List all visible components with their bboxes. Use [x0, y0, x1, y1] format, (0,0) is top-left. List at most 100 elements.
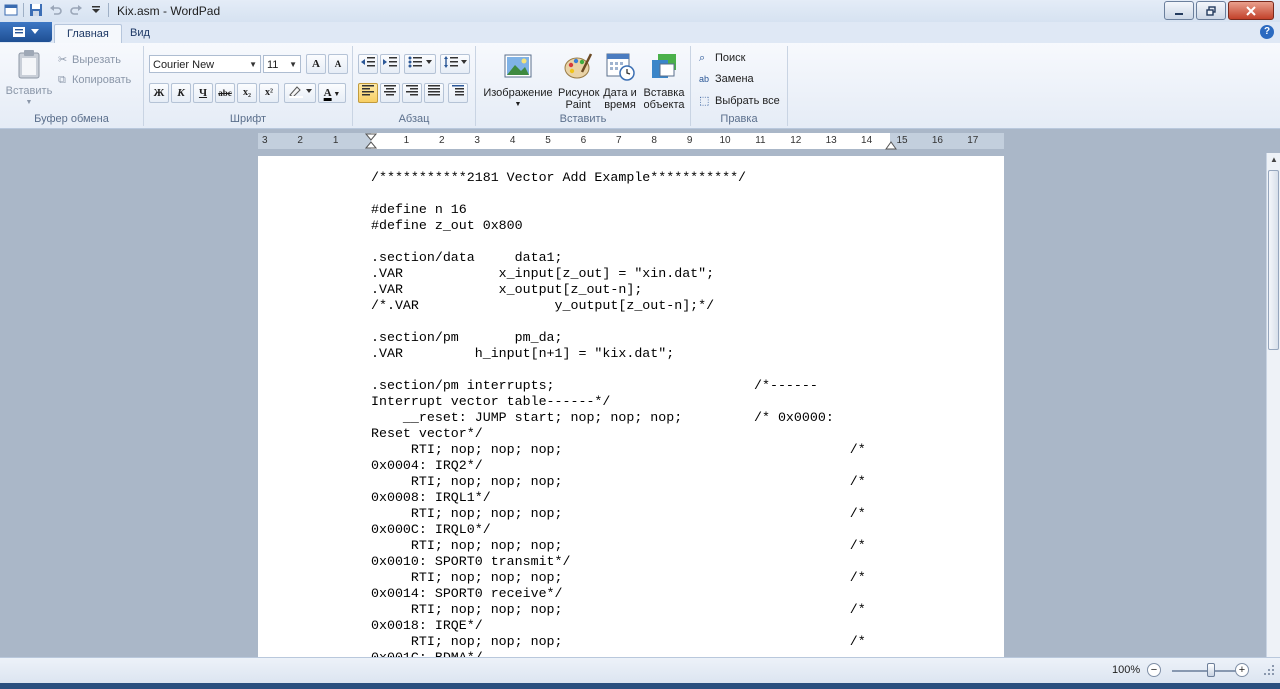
ruler[interactable]: 3 2 1 1 2 3 4 5 6 7 8 9 10 11 12 13 14 15 16 17: [258, 133, 1004, 151]
decrease-indent-button[interactable]: [358, 54, 378, 74]
document-text[interactable]: /***********2181 Vector Add Example*****…: [371, 170, 866, 657]
copy-button[interactable]: ⧉ Копировать: [58, 74, 131, 87]
highlighter-icon: [289, 86, 312, 98]
insert-paint-button[interactable]: Рисунок Paint: [558, 50, 600, 111]
justify-icon: [428, 85, 440, 96]
qat-separator: [108, 3, 109, 17]
redo-icon[interactable]: [68, 2, 84, 18]
superscript-button[interactable]: x²: [259, 83, 279, 103]
zoom-slider-thumb[interactable]: [1207, 663, 1215, 677]
italic-button[interactable]: К: [171, 83, 191, 103]
decrease-indent-icon: [361, 57, 375, 67]
ruler-tick-label: 7: [616, 135, 622, 146]
scroll-up-icon[interactable]: ▲: [1267, 153, 1280, 167]
indent-marker-icon[interactable]: [365, 133, 377, 151]
minimize-button[interactable]: [1164, 1, 1194, 20]
paste-button[interactable]: Вставить ▼: [4, 48, 54, 109]
insert-object-label-2: объекта: [643, 99, 685, 111]
ruler-tick-label: 12: [790, 135, 802, 146]
ruler-tick-label: 5: [545, 135, 551, 146]
app-menu-icon: [13, 27, 25, 37]
zoom-level: 100%: [1112, 664, 1141, 676]
ruler-tick-label: 3: [262, 135, 268, 146]
find-button[interactable]: ⌕ Поиск: [699, 52, 745, 65]
application-menu-button[interactable]: [0, 22, 52, 42]
ruler-tick-label: 13: [825, 135, 837, 146]
insert-object-label-1: Вставка: [643, 87, 685, 99]
insert-image-button[interactable]: Изображение ▼: [480, 50, 556, 111]
vertical-scrollbar[interactable]: ▲: [1266, 153, 1280, 657]
tab-view[interactable]: Вид: [118, 24, 162, 42]
customize-qat-icon[interactable]: [88, 2, 104, 18]
binoculars-icon: ⌕: [699, 52, 706, 64]
close-button[interactable]: [1228, 1, 1274, 20]
align-left-button[interactable]: [358, 83, 378, 103]
ruler-tick-label: 14: [861, 135, 873, 146]
justify-button[interactable]: [424, 83, 444, 103]
window-controls: [1164, 1, 1274, 20]
zoom-in-button[interactable]: +: [1235, 663, 1249, 677]
line-spacing-button[interactable]: [440, 54, 470, 74]
font-family-value: Courier New: [153, 59, 215, 71]
highlight-button[interactable]: [284, 83, 316, 103]
increase-indent-button[interactable]: [380, 54, 400, 74]
insert-object-button[interactable]: Вставка объекта: [642, 50, 686, 111]
bold-button[interactable]: Ж: [149, 83, 169, 103]
ruler-tick-label: 9: [686, 135, 693, 146]
save-icon[interactable]: [28, 2, 44, 18]
paragraph-settings-button[interactable]: [448, 83, 468, 103]
clipboard-group: Вставить ▼ ✂ Вырезать ⧉ Копировать Буфер о…: [0, 46, 144, 126]
underline-button[interactable]: Ч: [193, 83, 213, 103]
font-family-select[interactable]: Courier New ▼: [149, 55, 261, 73]
help-icon[interactable]: ?: [1260, 25, 1274, 39]
edit-group-label: Правка: [720, 113, 758, 125]
bullet-list-icon: [408, 56, 432, 68]
align-right-button[interactable]: [402, 83, 422, 103]
ribbon-tab-bar: Главная Вид ?: [0, 22, 1280, 43]
cut-button[interactable]: ✂ Вырезать: [58, 53, 121, 66]
insert-datetime-button[interactable]: Дата и время: [600, 50, 640, 111]
insert-object-icon: [652, 54, 676, 78]
subscript-button[interactable]: x₂: [237, 83, 257, 103]
wordpad-app-icon[interactable]: [3, 2, 19, 18]
copy-label: Копировать: [72, 74, 132, 86]
ruler-tick-label: 15: [896, 135, 908, 146]
font-size-select[interactable]: 11 ▼: [263, 55, 301, 73]
tab-home[interactable]: Главная: [54, 24, 122, 43]
grow-font-button[interactable]: A: [306, 54, 326, 74]
shrink-font-button[interactable]: A: [328, 54, 348, 74]
undo-icon[interactable]: [48, 2, 64, 18]
paste-label: Вставить: [5, 85, 53, 97]
document-area: /***********2181 Vector Add Example*****…: [0, 153, 1266, 657]
replace-label: Замена: [715, 73, 754, 85]
bullet-list-button[interactable]: [404, 54, 436, 74]
clipboard-group-label: Буфер обмена: [34, 113, 109, 125]
chevron-down-icon: ▼: [249, 60, 257, 69]
ruler-tick-label: 2: [297, 135, 303, 146]
font-color-label: A: [323, 87, 332, 99]
ruler-tick-label: 6: [580, 135, 587, 146]
clipboard-icon: [18, 50, 40, 79]
restore-button[interactable]: [1196, 1, 1226, 20]
scroll-thumb[interactable]: [1268, 170, 1279, 350]
taskbar-edge: [0, 683, 1280, 689]
document-page[interactable]: /***********2181 Vector Add Example*****…: [258, 156, 1004, 657]
restore-icon: [1206, 5, 1216, 16]
select-all-button[interactable]: ⬚ Выбрать все: [699, 94, 780, 107]
close-icon: [1246, 5, 1256, 16]
status-bar: 100% − +: [0, 657, 1280, 684]
increase-indent-icon: [383, 57, 397, 67]
replace-button[interactable]: ab Замена: [699, 73, 754, 85]
strikethrough-button[interactable]: abc: [215, 83, 235, 103]
align-center-button[interactable]: [380, 83, 400, 103]
ruler-tick-label: 10: [719, 135, 731, 146]
resize-grip-icon[interactable]: [1262, 663, 1276, 677]
font-color-button[interactable]: A ▼: [318, 83, 346, 103]
insert-image-label: Изображение: [483, 87, 553, 99]
paragraph-group-label: Абзац: [398, 113, 430, 125]
right-indent-marker-icon[interactable]: [885, 140, 897, 150]
line-spacing-icon: [444, 56, 467, 68]
zoom-out-button[interactable]: −: [1147, 663, 1161, 677]
ruler-tick-label: 3: [474, 135, 480, 146]
ribbon: Вставить ▼ ✂ Вырезать ⧉ Копировать Буфер о…: [0, 43, 1280, 129]
